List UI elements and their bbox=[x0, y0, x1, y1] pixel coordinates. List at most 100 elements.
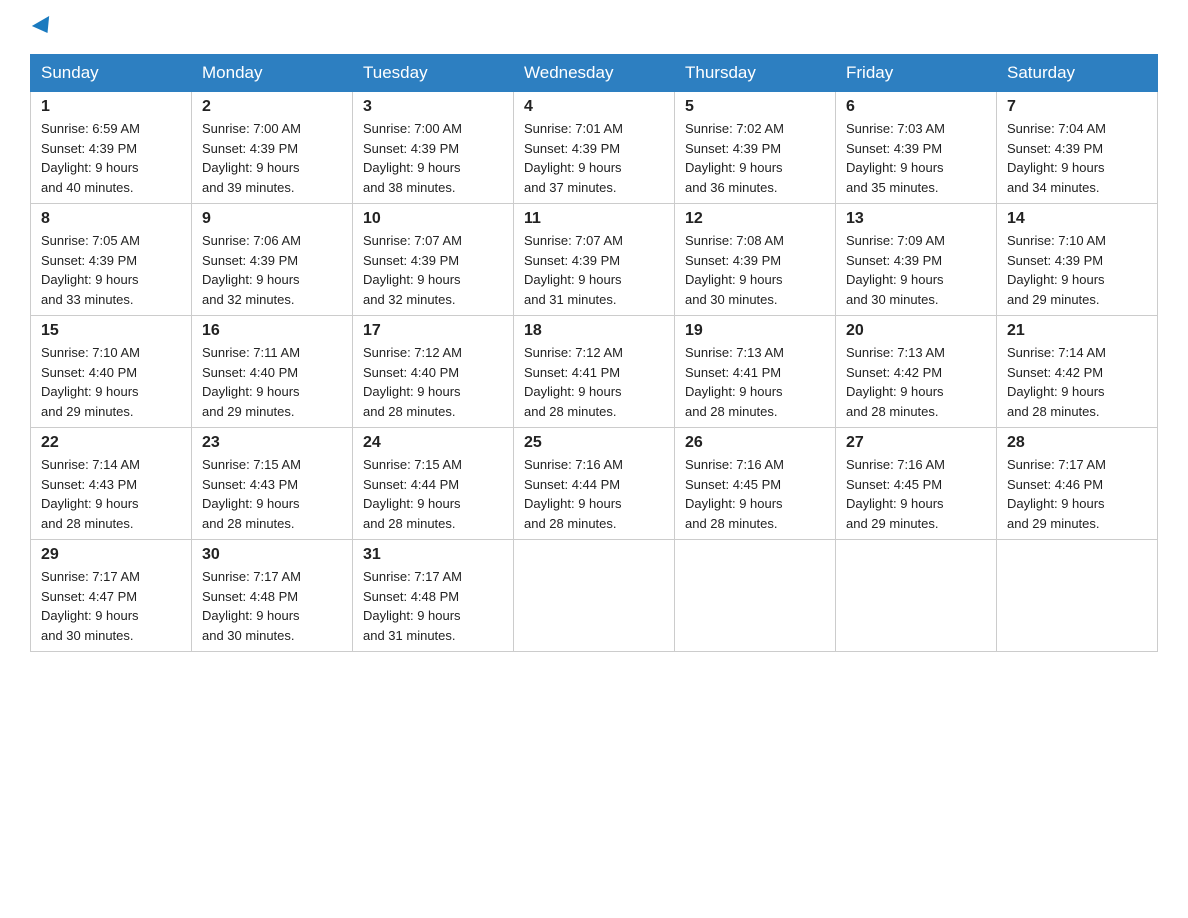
calendar-cell: 4 Sunrise: 7:01 AMSunset: 4:39 PMDayligh… bbox=[514, 92, 675, 204]
day-info: Sunrise: 7:16 AMSunset: 4:45 PMDaylight:… bbox=[685, 457, 784, 531]
day-info: Sunrise: 7:00 AMSunset: 4:39 PMDaylight:… bbox=[202, 121, 301, 195]
calendar-cell: 17 Sunrise: 7:12 AMSunset: 4:40 PMDaylig… bbox=[353, 316, 514, 428]
calendar-cell: 11 Sunrise: 7:07 AMSunset: 4:39 PMDaylig… bbox=[514, 204, 675, 316]
calendar-week-row: 1 Sunrise: 6:59 AMSunset: 4:39 PMDayligh… bbox=[31, 92, 1158, 204]
calendar-cell: 18 Sunrise: 7:12 AMSunset: 4:41 PMDaylig… bbox=[514, 316, 675, 428]
calendar-cell: 21 Sunrise: 7:14 AMSunset: 4:42 PMDaylig… bbox=[997, 316, 1158, 428]
calendar-week-row: 29 Sunrise: 7:17 AMSunset: 4:47 PMDaylig… bbox=[31, 540, 1158, 652]
day-info: Sunrise: 7:06 AMSunset: 4:39 PMDaylight:… bbox=[202, 233, 301, 307]
day-info: Sunrise: 7:02 AMSunset: 4:39 PMDaylight:… bbox=[685, 121, 784, 195]
day-info: Sunrise: 7:17 AMSunset: 4:47 PMDaylight:… bbox=[41, 569, 140, 643]
calendar-cell: 14 Sunrise: 7:10 AMSunset: 4:39 PMDaylig… bbox=[997, 204, 1158, 316]
day-number: 22 bbox=[41, 434, 181, 452]
calendar-cell bbox=[997, 540, 1158, 652]
day-number: 8 bbox=[41, 210, 181, 228]
day-info: Sunrise: 7:15 AMSunset: 4:44 PMDaylight:… bbox=[363, 457, 462, 531]
calendar-header-wednesday: Wednesday bbox=[514, 55, 675, 92]
day-info: Sunrise: 7:12 AMSunset: 4:41 PMDaylight:… bbox=[524, 345, 623, 419]
calendar-cell: 27 Sunrise: 7:16 AMSunset: 4:45 PMDaylig… bbox=[836, 428, 997, 540]
calendar-cell: 19 Sunrise: 7:13 AMSunset: 4:41 PMDaylig… bbox=[675, 316, 836, 428]
day-number: 17 bbox=[363, 322, 503, 340]
calendar-cell: 9 Sunrise: 7:06 AMSunset: 4:39 PMDayligh… bbox=[192, 204, 353, 316]
page-header bbox=[30, 20, 1158, 34]
calendar-cell: 6 Sunrise: 7:03 AMSunset: 4:39 PMDayligh… bbox=[836, 92, 997, 204]
day-number: 9 bbox=[202, 210, 342, 228]
calendar-week-row: 15 Sunrise: 7:10 AMSunset: 4:40 PMDaylig… bbox=[31, 316, 1158, 428]
day-info: Sunrise: 7:11 AMSunset: 4:40 PMDaylight:… bbox=[202, 345, 300, 419]
day-number: 24 bbox=[363, 434, 503, 452]
day-number: 7 bbox=[1007, 98, 1147, 116]
day-number: 1 bbox=[41, 98, 181, 116]
calendar-cell bbox=[836, 540, 997, 652]
calendar-cell: 8 Sunrise: 7:05 AMSunset: 4:39 PMDayligh… bbox=[31, 204, 192, 316]
calendar-cell: 13 Sunrise: 7:09 AMSunset: 4:39 PMDaylig… bbox=[836, 204, 997, 316]
calendar-cell: 25 Sunrise: 7:16 AMSunset: 4:44 PMDaylig… bbox=[514, 428, 675, 540]
calendar-table: SundayMondayTuesdayWednesdayThursdayFrid… bbox=[30, 54, 1158, 652]
day-number: 11 bbox=[524, 210, 664, 228]
day-number: 27 bbox=[846, 434, 986, 452]
calendar-header-sunday: Sunday bbox=[31, 55, 192, 92]
calendar-header-row: SundayMondayTuesdayWednesdayThursdayFrid… bbox=[31, 55, 1158, 92]
day-info: Sunrise: 7:09 AMSunset: 4:39 PMDaylight:… bbox=[846, 233, 945, 307]
calendar-cell: 12 Sunrise: 7:08 AMSunset: 4:39 PMDaylig… bbox=[675, 204, 836, 316]
logo bbox=[30, 20, 54, 34]
day-info: Sunrise: 7:07 AMSunset: 4:39 PMDaylight:… bbox=[363, 233, 462, 307]
calendar-cell: 1 Sunrise: 6:59 AMSunset: 4:39 PMDayligh… bbox=[31, 92, 192, 204]
day-info: Sunrise: 7:07 AMSunset: 4:39 PMDaylight:… bbox=[524, 233, 623, 307]
logo-arrow-icon bbox=[32, 16, 56, 38]
day-info: Sunrise: 7:13 AMSunset: 4:41 PMDaylight:… bbox=[685, 345, 784, 419]
day-info: Sunrise: 7:10 AMSunset: 4:40 PMDaylight:… bbox=[41, 345, 140, 419]
calendar-header-friday: Friday bbox=[836, 55, 997, 92]
day-number: 13 bbox=[846, 210, 986, 228]
calendar-cell: 22 Sunrise: 7:14 AMSunset: 4:43 PMDaylig… bbox=[31, 428, 192, 540]
calendar-cell: 28 Sunrise: 7:17 AMSunset: 4:46 PMDaylig… bbox=[997, 428, 1158, 540]
calendar-cell: 10 Sunrise: 7:07 AMSunset: 4:39 PMDaylig… bbox=[353, 204, 514, 316]
day-number: 29 bbox=[41, 546, 181, 564]
calendar-header-tuesday: Tuesday bbox=[353, 55, 514, 92]
calendar-cell: 7 Sunrise: 7:04 AMSunset: 4:39 PMDayligh… bbox=[997, 92, 1158, 204]
calendar-cell: 24 Sunrise: 7:15 AMSunset: 4:44 PMDaylig… bbox=[353, 428, 514, 540]
day-number: 12 bbox=[685, 210, 825, 228]
day-number: 4 bbox=[524, 98, 664, 116]
calendar-header-saturday: Saturday bbox=[997, 55, 1158, 92]
day-number: 19 bbox=[685, 322, 825, 340]
day-number: 14 bbox=[1007, 210, 1147, 228]
day-number: 6 bbox=[846, 98, 986, 116]
day-number: 30 bbox=[202, 546, 342, 564]
calendar-cell bbox=[675, 540, 836, 652]
day-info: Sunrise: 7:05 AMSunset: 4:39 PMDaylight:… bbox=[41, 233, 140, 307]
calendar-cell: 31 Sunrise: 7:17 AMSunset: 4:48 PMDaylig… bbox=[353, 540, 514, 652]
calendar-cell: 15 Sunrise: 7:10 AMSunset: 4:40 PMDaylig… bbox=[31, 316, 192, 428]
calendar-cell: 30 Sunrise: 7:17 AMSunset: 4:48 PMDaylig… bbox=[192, 540, 353, 652]
day-number: 10 bbox=[363, 210, 503, 228]
day-number: 3 bbox=[363, 98, 503, 116]
day-info: Sunrise: 7:01 AMSunset: 4:39 PMDaylight:… bbox=[524, 121, 623, 195]
day-info: Sunrise: 7:14 AMSunset: 4:42 PMDaylight:… bbox=[1007, 345, 1106, 419]
day-info: Sunrise: 7:03 AMSunset: 4:39 PMDaylight:… bbox=[846, 121, 945, 195]
calendar-cell: 29 Sunrise: 7:17 AMSunset: 4:47 PMDaylig… bbox=[31, 540, 192, 652]
day-info: Sunrise: 7:08 AMSunset: 4:39 PMDaylight:… bbox=[685, 233, 784, 307]
day-number: 31 bbox=[363, 546, 503, 564]
calendar-header-thursday: Thursday bbox=[675, 55, 836, 92]
day-info: Sunrise: 7:15 AMSunset: 4:43 PMDaylight:… bbox=[202, 457, 301, 531]
day-number: 2 bbox=[202, 98, 342, 116]
calendar-week-row: 8 Sunrise: 7:05 AMSunset: 4:39 PMDayligh… bbox=[31, 204, 1158, 316]
day-info: Sunrise: 7:13 AMSunset: 4:42 PMDaylight:… bbox=[846, 345, 945, 419]
day-number: 23 bbox=[202, 434, 342, 452]
day-info: Sunrise: 7:16 AMSunset: 4:45 PMDaylight:… bbox=[846, 457, 945, 531]
calendar-week-row: 22 Sunrise: 7:14 AMSunset: 4:43 PMDaylig… bbox=[31, 428, 1158, 540]
day-info: Sunrise: 7:00 AMSunset: 4:39 PMDaylight:… bbox=[363, 121, 462, 195]
day-number: 15 bbox=[41, 322, 181, 340]
calendar-cell bbox=[514, 540, 675, 652]
day-number: 21 bbox=[1007, 322, 1147, 340]
day-number: 5 bbox=[685, 98, 825, 116]
day-info: Sunrise: 7:10 AMSunset: 4:39 PMDaylight:… bbox=[1007, 233, 1106, 307]
calendar-cell: 16 Sunrise: 7:11 AMSunset: 4:40 PMDaylig… bbox=[192, 316, 353, 428]
day-number: 25 bbox=[524, 434, 664, 452]
calendar-cell: 5 Sunrise: 7:02 AMSunset: 4:39 PMDayligh… bbox=[675, 92, 836, 204]
day-info: Sunrise: 7:17 AMSunset: 4:48 PMDaylight:… bbox=[202, 569, 301, 643]
day-info: Sunrise: 7:12 AMSunset: 4:40 PMDaylight:… bbox=[363, 345, 462, 419]
calendar-cell: 3 Sunrise: 7:00 AMSunset: 4:39 PMDayligh… bbox=[353, 92, 514, 204]
day-number: 28 bbox=[1007, 434, 1147, 452]
day-info: Sunrise: 7:16 AMSunset: 4:44 PMDaylight:… bbox=[524, 457, 623, 531]
